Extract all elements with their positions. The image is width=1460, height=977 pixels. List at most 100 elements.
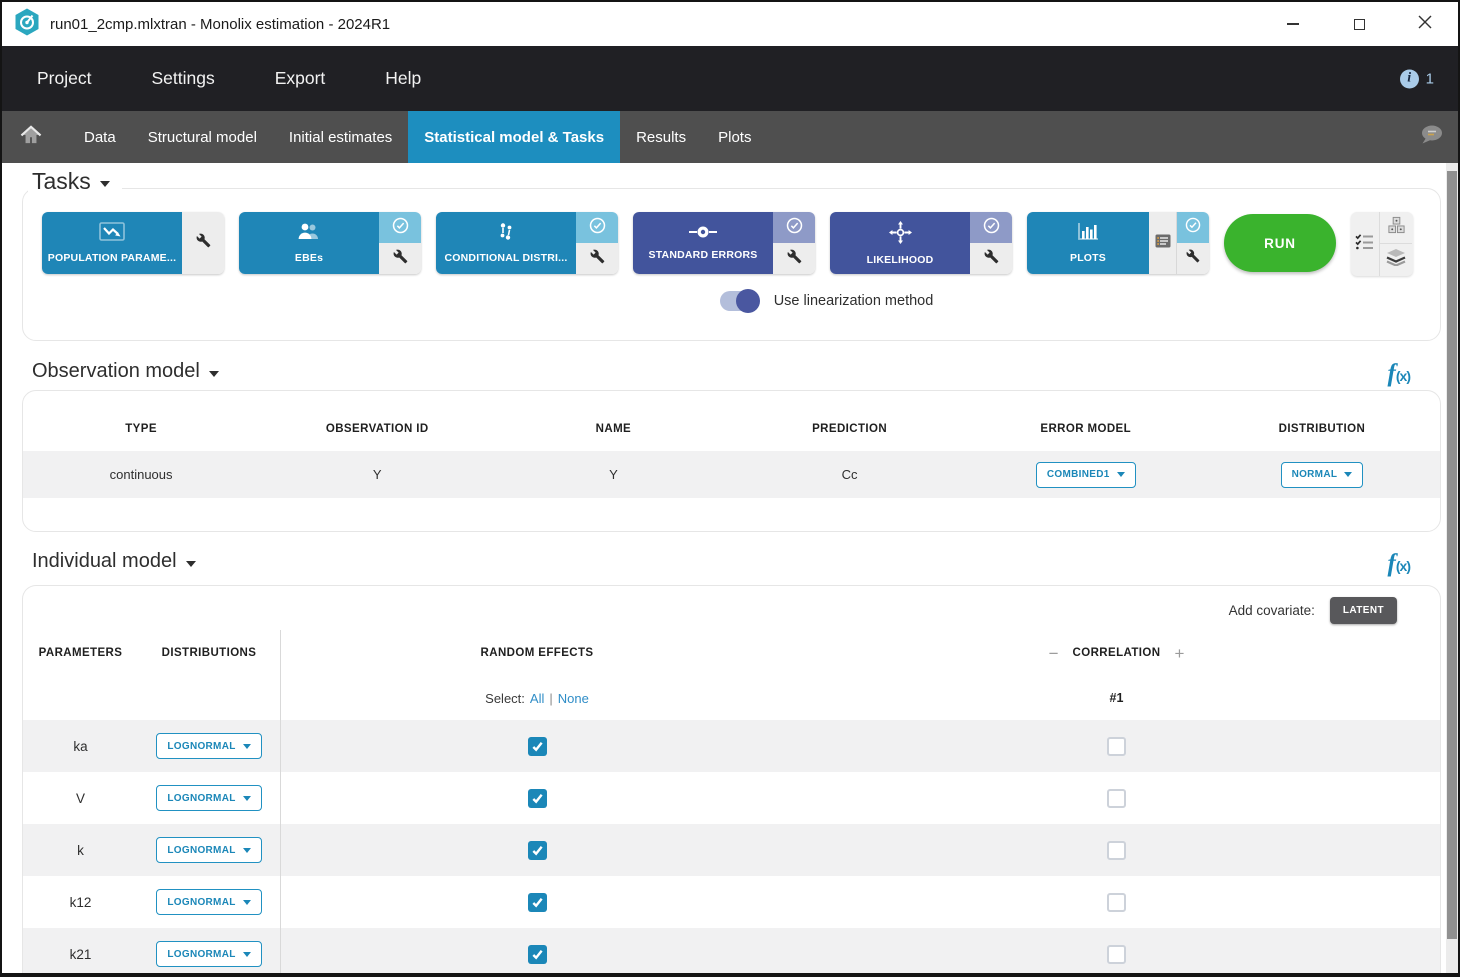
task-plots[interactable]: PLOTS [1027,212,1209,274]
task-ebes[interactable]: EBEs [239,212,421,274]
likelihood-enabled-badge[interactable] [970,212,1012,243]
feedback-button[interactable] [1418,111,1458,163]
conditional-distribution-enabled-badge[interactable] [576,212,618,243]
menu-bar: Project Settings Export Help i 1 [2,46,1458,111]
tab-statistical-model-tasks[interactable]: Statistical model & Tasks [408,111,620,163]
caret-down-icon [243,952,251,957]
linearization-label: Use linearization method [774,293,934,309]
menu-settings[interactable]: Settings [151,68,214,89]
plots-list-button[interactable] [1149,212,1177,274]
caret-down-icon [243,900,251,905]
observation-model-heading[interactable]: Observation model [28,360,231,385]
ka-distribution-dropdown[interactable]: LOGNORMAL [156,733,261,759]
add-correlation-button[interactable]: + [1174,645,1184,662]
k-correlation-checkbox[interactable] [1107,841,1126,860]
select-all-link[interactable]: All [530,691,544,706]
content-area: Tasks POPULATION PARAME... [2,163,1458,973]
scrollbar-thumb[interactable] [1447,171,1457,939]
tab-plots[interactable]: Plots [702,111,767,163]
run-button[interactable]: RUN [1224,214,1336,272]
tab-data[interactable]: Data [68,111,132,163]
tab-initial-estimates[interactable]: Initial estimates [273,111,408,163]
standard-errors-enabled-badge[interactable] [773,212,815,243]
ebes-settings-button[interactable] [379,243,421,274]
observation-formula-button[interactable]: f (x) [1388,360,1410,388]
conditional-distribution-settings-button[interactable] [576,243,618,274]
task-likelihood[interactable]: LIKELIHOOD [830,212,1012,274]
wrench-icon [984,249,999,269]
obs-type-value: continuous [23,467,259,482]
standard-errors-settings-button[interactable] [773,243,815,274]
v-correlation-checkbox[interactable] [1107,789,1126,808]
distribution-dropdown[interactable]: NORMAL [1281,462,1364,488]
task-population-parameters[interactable]: POPULATION PARAME... [42,212,224,274]
plots-settings-button[interactable] [1177,243,1209,274]
likelihood-settings-button[interactable] [970,243,1012,274]
tab-structural-model[interactable]: Structural model [132,111,273,163]
add-covariate-row: Add covariate: LATENT [1229,597,1397,624]
v-distribution-dropdown[interactable]: LOGNORMAL [156,785,261,811]
k12-distribution-dropdown[interactable]: LOGNORMAL [156,889,261,915]
check-circle-icon [392,217,409,239]
col-correlation: CORRELATION [1073,647,1161,659]
plots-enabled-badge[interactable] [1177,212,1209,243]
menu-project[interactable]: Project [37,68,91,89]
k21-distribution-dropdown[interactable]: LOGNORMAL [156,941,261,967]
parameter-name: k21 [23,928,138,973]
cubes-icon [1387,216,1406,239]
tab-results[interactable]: Results [620,111,702,163]
error-model-dropdown[interactable]: COMBINED1 [1036,462,1136,488]
correlation-group-label: #1 [793,676,1440,720]
k21-random-effect-checkbox[interactable] [528,945,547,964]
people-icon [296,222,322,247]
notification-area[interactable]: i 1 [1400,69,1434,88]
ka-correlation-checkbox[interactable] [1107,737,1126,756]
close-button[interactable] [1392,2,1458,46]
menu-export[interactable]: Export [275,68,326,89]
caret-down-icon [100,181,110,187]
info-icon: i [1400,69,1419,88]
k12-correlation-checkbox[interactable] [1107,893,1126,912]
linearization-toggle[interactable] [720,291,758,311]
minimize-icon [1287,23,1299,25]
latent-covariate-button[interactable]: LATENT [1330,597,1397,624]
monolix-logo-icon [14,8,40,41]
remove-correlation-button[interactable]: − [1049,645,1059,662]
ebes-enabled-badge[interactable] [379,212,421,243]
assessment-button[interactable] [1380,212,1412,244]
select-none-link[interactable]: None [558,691,589,706]
scenario-layers-button[interactable] [1380,244,1412,276]
menu-help[interactable]: Help [385,68,421,89]
individual-table-header: PARAMETERS DISTRIBUTIONS RANDOM EFFECTS … [23,630,1440,676]
task-conditional-distribution[interactable]: CONDITIONAL DISTRI... [436,212,618,274]
col-type: TYPE [23,423,259,435]
caret-down-icon [243,796,251,801]
maximize-icon [1354,19,1365,30]
k-distribution-dropdown[interactable]: LOGNORMAL [156,837,261,863]
vertical-scrollbar[interactable] [1446,163,1458,973]
tasks-card: POPULATION PARAME... EBEs [22,188,1441,341]
tasks-section-heading[interactable]: Tasks [28,168,122,197]
task-standard-errors[interactable]: STANDARD ERRORS [633,212,815,274]
k21-correlation-checkbox[interactable] [1107,945,1126,964]
v-random-effect-checkbox[interactable] [528,789,547,808]
population-parameters-settings-button[interactable] [182,212,224,274]
individual-formula-button[interactable]: f (x) [1388,550,1410,578]
wrench-icon [590,249,605,269]
home-tab[interactable] [2,111,68,163]
maximize-button[interactable] [1326,2,1392,46]
task-checklist-button[interactable] [1351,212,1380,276]
tasks-heading-label: Tasks [32,168,91,195]
wrench-icon [393,249,408,269]
k12-random-effect-checkbox[interactable] [528,893,547,912]
individual-model-heading[interactable]: Individual model [28,550,208,575]
task-button-row: POPULATION PARAME... EBEs [42,212,1413,276]
parameter-row-k: k LOGNORMAL [23,824,1440,876]
parameter-row-ka: ka LOGNORMAL [23,720,1440,772]
k-random-effect-checkbox[interactable] [528,841,547,860]
minimize-button[interactable] [1260,2,1326,46]
caret-down-icon [209,371,219,377]
ka-random-effect-checkbox[interactable] [528,737,547,756]
layers-icon [1386,249,1406,271]
caret-down-icon [1344,472,1352,477]
